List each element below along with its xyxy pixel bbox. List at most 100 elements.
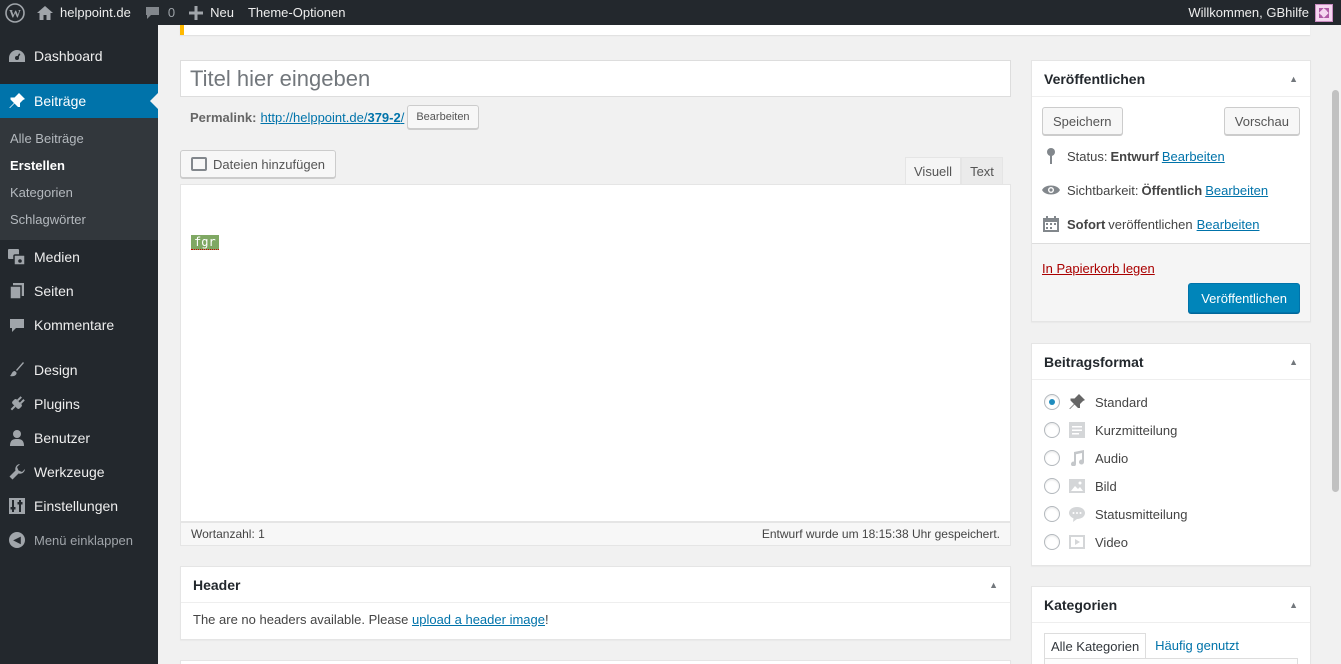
collapse-menu-label: Menü einklappen	[34, 532, 134, 548]
pin-icon	[1042, 148, 1060, 164]
format-radio-image[interactable]	[1044, 478, 1060, 494]
edit-visibility-link[interactable]: Bearbeiten	[1205, 183, 1268, 198]
speech-bubble-icon	[1068, 506, 1086, 522]
permalink-row: Permalink: http://helppoint.de/379-2/ Be…	[190, 105, 479, 129]
pushpin-icon	[1068, 394, 1086, 410]
menu-posts[interactable]: Beiträge	[0, 84, 158, 118]
wordpress-logo-icon[interactable]: W	[0, 0, 30, 25]
format-label-video: Video	[1095, 534, 1129, 550]
submenu-categories[interactable]: Kategorien	[0, 179, 158, 206]
comments-count: 0	[167, 5, 176, 20]
collapse-triangle-icon[interactable]: ▲	[1289, 600, 1298, 610]
collapse-menu-button[interactable]: ◀ Menü einklappen	[0, 523, 158, 557]
menu-pages-label: Seiten	[34, 283, 74, 299]
tab-all-categories[interactable]: Alle Kategorien	[1044, 633, 1147, 658]
schedule-label: veröffentlichen	[1108, 216, 1193, 232]
avatar	[1315, 3, 1333, 22]
header-message-text: The are no headers available. Please	[193, 612, 412, 627]
categories-title: Kategorien	[1044, 596, 1118, 613]
schedule-value: Sofort	[1067, 216, 1106, 232]
categories-title-bar[interactable]: Kategorien ▲	[1032, 587, 1310, 623]
collapse-triangle-icon[interactable]: ▲	[1289, 74, 1298, 84]
add-media-button[interactable]: Dateien hinzufügen	[180, 150, 337, 178]
wrench-icon	[8, 463, 26, 481]
post-format-title-bar[interactable]: Beitragsformat ▲	[1032, 344, 1310, 380]
header-metabox-title-bar[interactable]: Header ▲	[181, 567, 1010, 603]
tab-visual[interactable]: Visuell	[905, 157, 962, 185]
menu-plugins[interactable]: Plugins	[0, 387, 158, 421]
format-option-aside[interactable]: Kurzmitteilung	[1032, 416, 1310, 444]
format-radio-standard[interactable]	[1044, 394, 1060, 410]
site-name: helppoint.de	[60, 5, 131, 20]
menu-dashboard[interactable]: Dashboard	[0, 39, 158, 73]
menu-media[interactable]: Medien	[0, 240, 158, 274]
collapse-triangle-icon[interactable]: ▲	[1289, 357, 1298, 367]
pages-icon	[8, 282, 26, 300]
submenu-all-posts[interactable]: Alle Beiträge	[0, 125, 158, 152]
format-radio-status[interactable]	[1044, 506, 1060, 522]
menu-tools[interactable]: Werkzeuge	[0, 455, 158, 489]
theme-options-label: Theme-Optionen	[247, 5, 346, 20]
new-content-link[interactable]: Neu	[182, 0, 241, 25]
tab-text[interactable]: Text	[961, 157, 1003, 185]
collapse-triangle-icon[interactable]: ▲	[989, 580, 998, 590]
visibility-value: Öffentlich	[1141, 182, 1203, 198]
aside-text-icon	[1068, 422, 1086, 438]
edit-permalink-button[interactable]: Bearbeiten	[407, 105, 479, 129]
scrollbar-thumb[interactable]	[1332, 90, 1339, 492]
format-option-audio[interactable]: Audio	[1032, 444, 1310, 472]
publish-button[interactable]: Veröffentlichen	[1188, 283, 1300, 313]
move-to-trash-link[interactable]: In Papierkorb legen	[1042, 261, 1155, 276]
publish-metabox: Veröffentlichen ▲ Speichern Vorschau Sta…	[1031, 60, 1311, 322]
category-checklist[interactable]	[1044, 658, 1298, 664]
format-option-video[interactable]: Video	[1032, 528, 1310, 556]
menu-design[interactable]: Design	[0, 353, 158, 387]
post-status-row: Status: Entwurf Bearbeiten	[1032, 139, 1310, 173]
posts-submenu: Alle Beiträge Erstellen Kategorien Schla…	[0, 118, 158, 240]
format-option-status[interactable]: Statusmitteilung	[1032, 500, 1310, 528]
menu-settings-label: Einstellungen	[34, 498, 119, 514]
publish-metabox-title-bar[interactable]: Veröffentlichen ▲	[1032, 61, 1310, 97]
format-label-aside: Kurzmitteilung	[1095, 422, 1178, 438]
format-option-standard[interactable]: Standard	[1032, 388, 1310, 416]
menu-comments[interactable]: Kommentare	[0, 308, 158, 342]
visibility-row: Sichtbarkeit: Öffentlich Bearbeiten	[1032, 173, 1310, 207]
menu-users[interactable]: Benutzer	[0, 421, 158, 455]
menu-dashboard-label: Dashboard	[34, 48, 103, 64]
tab-most-used[interactable]: Häufig genutzt	[1149, 633, 1245, 658]
permalink-base: http://helppoint.de/	[260, 109, 368, 125]
menu-settings[interactable]: Einstellungen	[0, 489, 158, 523]
menu-pages[interactable]: Seiten	[0, 274, 158, 308]
comments-link[interactable]: 0	[138, 0, 182, 25]
paintbrush-icon	[8, 361, 26, 379]
submenu-tags[interactable]: Schlagwörter	[0, 206, 158, 233]
submenu-add-new[interactable]: Erstellen	[0, 152, 158, 179]
edit-schedule-link[interactable]: Bearbeiten	[1197, 217, 1260, 232]
editor-status-bar: Wortanzahl: 1 Entwurf wurde um 18:15:38 …	[180, 522, 1011, 546]
post-format-title: Beitragsformat	[1044, 353, 1144, 370]
post-title-input[interactable]	[180, 60, 1011, 97]
media-icon	[8, 248, 26, 266]
page-scrollbar[interactable]	[1330, 25, 1341, 664]
format-option-image[interactable]: Bild	[1032, 472, 1310, 500]
format-radio-audio[interactable]	[1044, 450, 1060, 466]
theme-options-link[interactable]: Theme-Optionen	[241, 0, 353, 25]
my-account[interactable]: Willkommen, GBhilfe	[1188, 3, 1341, 22]
menu-design-label: Design	[34, 362, 78, 378]
format-label-image: Bild	[1095, 478, 1117, 494]
save-draft-button[interactable]: Speichern	[1042, 107, 1123, 135]
publish-metabox-title: Veröffentlichen	[1044, 70, 1146, 87]
edit-status-link[interactable]: Bearbeiten	[1162, 149, 1225, 164]
media-icon	[191, 157, 207, 171]
word-count: Wortanzahl: 1	[191, 527, 265, 541]
format-radio-video[interactable]	[1044, 534, 1060, 550]
upload-header-image-link[interactable]: upload a header image	[412, 612, 545, 627]
permalink-url[interactable]: http://helppoint.de/379-2/	[260, 110, 404, 125]
content-editor[interactable]: fgr	[180, 184, 1011, 522]
menu-media-label: Medien	[34, 249, 80, 265]
preview-button[interactable]: Vorschau	[1223, 107, 1300, 135]
permalink-slug: 379-2	[367, 109, 401, 125]
site-name-link[interactable]: helppoint.de	[30, 0, 138, 25]
format-radio-aside[interactable]	[1044, 422, 1060, 438]
format-label-standard: Standard	[1095, 394, 1148, 410]
